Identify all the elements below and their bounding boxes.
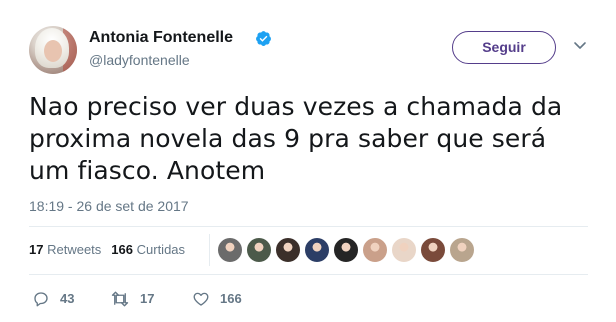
stats-separator — [209, 234, 210, 266]
liker-avatar[interactable] — [333, 237, 359, 263]
liker-avatar[interactable] — [217, 237, 243, 263]
liker-avatar[interactable] — [246, 237, 272, 263]
liker-avatar[interactable] — [391, 237, 417, 263]
divider — [29, 226, 588, 227]
heart-icon — [193, 292, 209, 306]
retweets-label: Retweets — [47, 242, 102, 257]
author-avatar[interactable] — [29, 26, 77, 74]
avatar-face — [44, 40, 62, 62]
divider — [29, 274, 588, 275]
tweet-timestamp[interactable]: 18:19 - 26 de set de 2017 — [29, 198, 189, 214]
tweet-stats: 17 Retweets 166 Curtidas — [29, 240, 185, 260]
verified-badge-icon — [256, 31, 271, 46]
like-count: 166 — [220, 291, 242, 306]
follow-button[interactable]: Seguir — [452, 31, 556, 64]
reply-icon — [34, 292, 48, 307]
retweets-count: 17 — [29, 242, 44, 257]
author-display-name[interactable]: Antonia Fontenelle — [89, 28, 233, 48]
liker-avatar[interactable] — [304, 237, 330, 263]
likes-count: 166 — [111, 242, 133, 257]
likes-stat[interactable]: 166 Curtidas — [111, 242, 185, 257]
tweet-text: Nao preciso ver duas vezes a chamada da … — [29, 92, 563, 185]
chevron-down-icon[interactable] — [573, 41, 587, 51]
liker-avatar[interactable] — [449, 237, 475, 263]
likes-label: Curtidas — [136, 242, 186, 257]
tweet-card: Antonia Fontenelle @ladyfontenelle Segui… — [0, 0, 616, 322]
liker-avatar[interactable] — [420, 237, 446, 263]
liker-avatar[interactable] — [362, 237, 388, 263]
liker-avatar[interactable] — [275, 237, 301, 263]
reply-count: 43 — [60, 291, 75, 306]
author-screen-name[interactable]: @ladyfontenelle — [89, 51, 190, 69]
retweet-count: 17 — [140, 291, 155, 306]
retweets-stat[interactable]: 17 Retweets — [29, 242, 101, 257]
retweet-icon — [111, 291, 129, 307]
